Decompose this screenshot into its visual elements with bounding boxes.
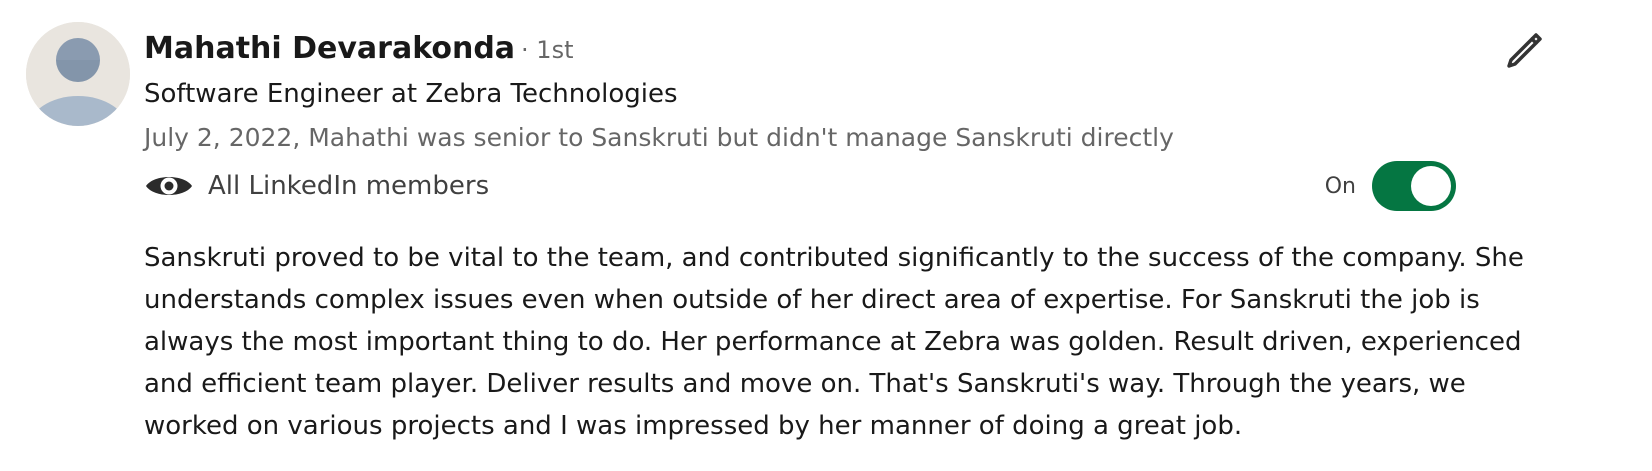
name-line: Mahathi Devarakonda · 1st	[144, 28, 574, 74]
visibility-label: All LinkedIn members	[208, 171, 490, 201]
visibility-toggle-group: On	[1325, 160, 1456, 212]
edit-button[interactable]	[1501, 26, 1549, 74]
recommender-headline: Software Engineer at Zebra Technologies	[144, 79, 678, 109]
relationship-meta: July 2, 2022, Mahathi was senior to Sans…	[144, 123, 1174, 152]
recommender-name[interactable]: Mahathi Devarakonda	[144, 31, 515, 66]
recommendation-card: Mahathi Devarakonda · 1st Software Engine…	[0, 0, 1652, 471]
toggle-state-label: On	[1324, 173, 1356, 199]
visibility-setting: All LinkedIn members	[144, 166, 489, 206]
toggle-knob	[1411, 166, 1451, 206]
eye-icon	[146, 177, 192, 195]
connection-degree: · 1st	[521, 36, 574, 64]
pencil-icon	[1507, 33, 1542, 68]
visibility-toggle[interactable]	[1372, 161, 1456, 211]
avatar[interactable]	[26, 22, 130, 126]
recommendation-text: Sanskruti proved to be vital to the team…	[144, 243, 1524, 441]
person-icon	[26, 22, 130, 126]
